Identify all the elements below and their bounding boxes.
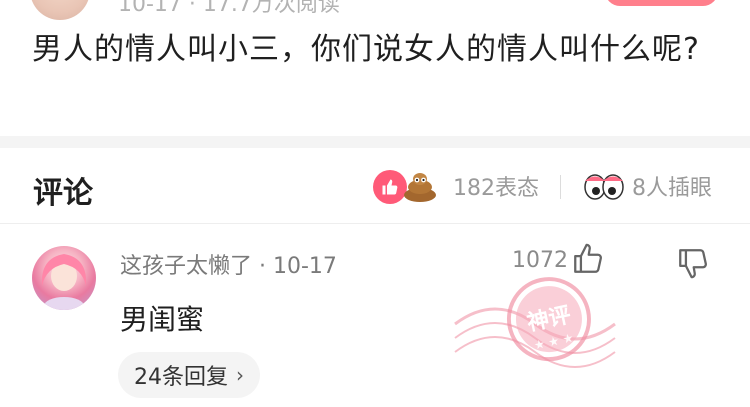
stamp-icon: 神评 ★ ★ ★: [454, 277, 616, 368]
view-replies-button[interactable]: 24条回复 ›: [118, 352, 260, 398]
follow-button[interactable]: [605, 0, 718, 6]
header-divider: [560, 175, 561, 199]
reply-label: 24条回复: [134, 365, 228, 390]
comments-header: 评论 182表态 8人插眼: [0, 148, 750, 224]
section-divider: [0, 136, 750, 148]
comment-item: 这孩子太懒了 · 10-17 1072 神评 ★ ★ ★ 男闺蜜 24条回复 ›: [0, 224, 750, 407]
poop-icon[interactable]: [402, 168, 438, 204]
comment-author-line[interactable]: 这孩子太懒了 · 10-17: [120, 248, 337, 280]
peek-count[interactable]: 8人插眼: [632, 170, 712, 202]
chevron-right-icon: ›: [236, 363, 244, 387]
dislike-icon[interactable]: [676, 246, 710, 280]
reaction-count[interactable]: 182表态: [453, 170, 539, 202]
post-meta: 10-17 · 17.7万次阅读: [118, 0, 340, 17]
post-author-avatar[interactable]: [30, 0, 90, 20]
comments-title: 评论: [33, 176, 93, 211]
post-header: 10-17 · 17.7万次阅读: [0, 0, 750, 22]
post-text: 男人的情人叫小三，你们说女人的情人叫什么呢?: [32, 32, 700, 67]
comment-text: 男闺蜜: [120, 303, 205, 336]
eyes-icon[interactable]: [584, 170, 624, 202]
comment-author-avatar[interactable]: [32, 246, 96, 310]
